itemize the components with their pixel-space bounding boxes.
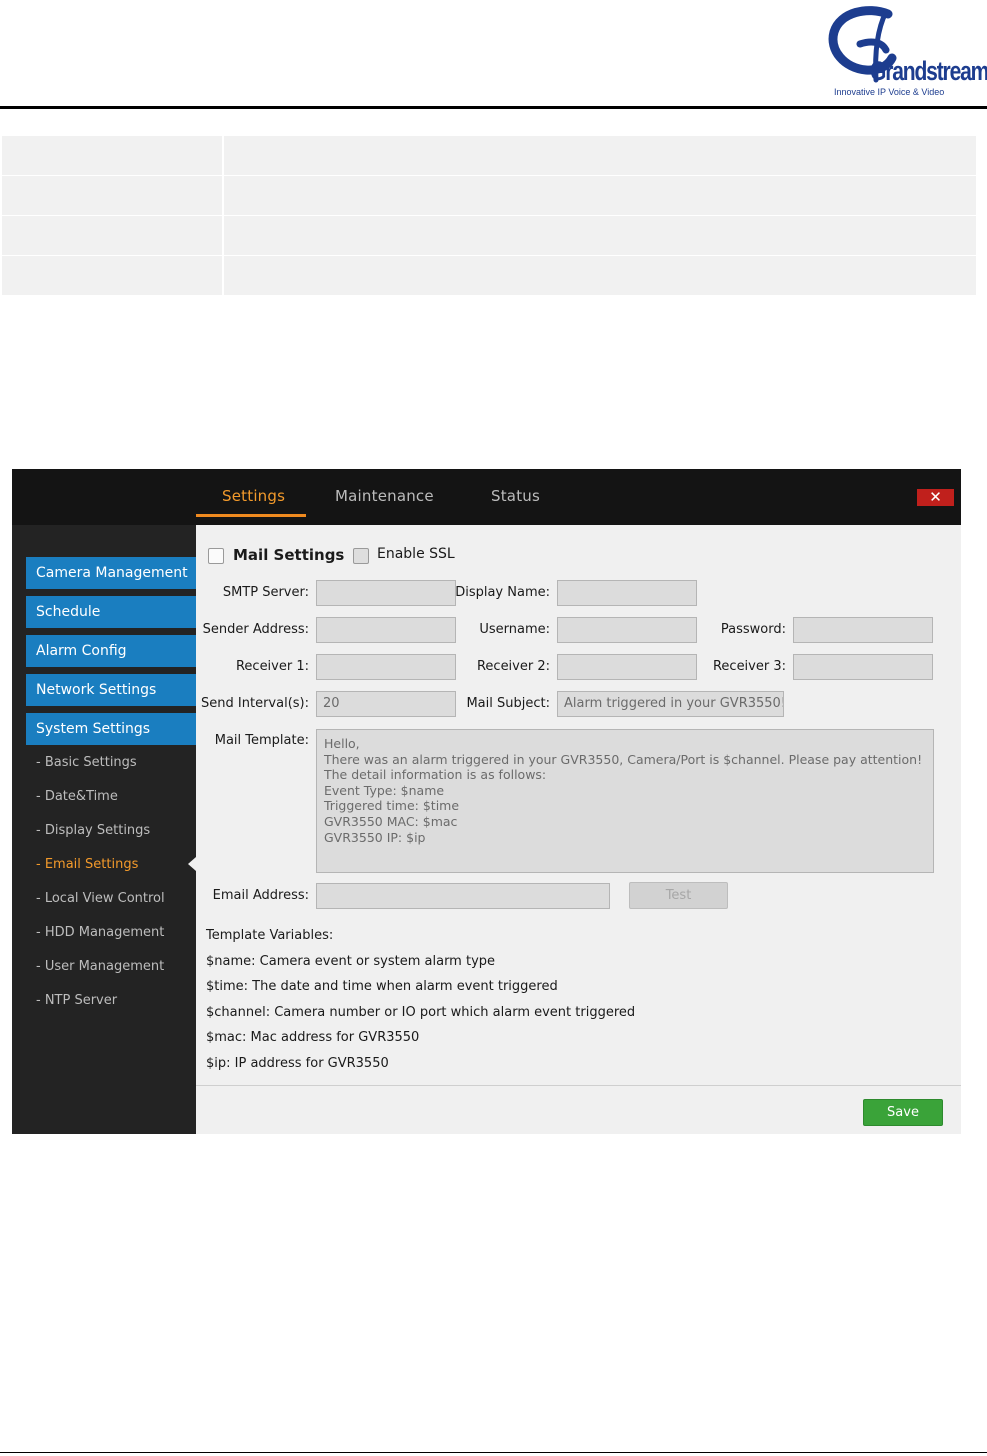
receiver-2-label: Receiver 2:: [476, 659, 550, 674]
send-interval-input[interactable]: 20: [316, 691, 456, 717]
mail-settings-checkbox[interactable]: [208, 548, 224, 564]
table-row: [2, 176, 976, 216]
receiver-3-input[interactable]: [793, 654, 933, 680]
email-address-label: Email Address:: [212, 888, 309, 903]
table-row: [2, 136, 976, 176]
template-line: Event Type: $name: [324, 782, 445, 798]
mail-template-textarea[interactable]: Hello, There was an alarm triggered in y…: [316, 729, 934, 873]
tab-status[interactable]: Status: [491, 487, 540, 505]
smtp-server-label: SMTP Server:: [222, 585, 309, 600]
enable-ssl-label: Enable SSL: [377, 546, 455, 562]
sidebar-item-alarm-config[interactable]: Alarm Config: [26, 635, 196, 667]
template-variable-line: $channel: Camera number or IO port which…: [206, 1005, 636, 1020]
sidebar-subitem-ntp-server[interactable]: - NTP Server: [36, 993, 117, 1008]
template-variable-line: $time: The date and time when alarm even…: [206, 979, 558, 994]
display-name-input[interactable]: [557, 580, 697, 606]
mail-subject-input[interactable]: Alarm triggered in your GVR3550!: [557, 691, 784, 717]
table-row: [2, 256, 976, 296]
sidebar-subitem-email-settings[interactable]: - Email Settings: [36, 857, 138, 872]
template-line: Triggered time: $time: [324, 798, 460, 814]
document-table: [2, 136, 976, 296]
sender-address-input[interactable]: [316, 617, 456, 643]
send-interval-label: Send Interval(s):: [201, 696, 309, 711]
email-settings-panel: Mail Settings Enable SSL SMTP Server: Di…: [196, 525, 961, 1134]
header-rule: [0, 106, 987, 109]
template-variable-line: $mac: Mac address for GVR3550: [206, 1030, 420, 1045]
test-button[interactable]: Test: [629, 882, 728, 909]
mail-template-label: Mail Template:: [214, 733, 309, 748]
sidebar-subitem-date-time[interactable]: - Date&Time: [36, 789, 118, 804]
top-nav-bar: Settings Maintenance Status ✕: [12, 469, 961, 525]
sidebar-item-system-settings[interactable]: System Settings: [26, 713, 196, 745]
template-line: Hello,: [324, 736, 360, 751]
sidebar: Camera Management Schedule Alarm Config …: [12, 525, 196, 1134]
sidebar-item-camera-management[interactable]: Camera Management: [26, 557, 196, 589]
footer-rule: [0, 1452, 987, 1453]
sidebar-subitem-hdd-management[interactable]: - HDD Management: [36, 925, 164, 940]
logo-brand-text: Grandstream: [870, 56, 987, 86]
password-label: Password:: [720, 622, 786, 637]
tab-maintenance[interactable]: Maintenance: [335, 487, 434, 505]
gvr-web-ui: Settings Maintenance Status ✕ Camera Man…: [12, 469, 961, 1134]
email-address-input[interactable]: [316, 883, 610, 909]
template-line: The detail information is as follows:: [324, 767, 547, 783]
close-button[interactable]: ✕: [917, 489, 954, 506]
sidebar-subitem-display-settings[interactable]: - Display Settings: [36, 823, 150, 838]
sidebar-subitem-user-management[interactable]: - User Management: [36, 959, 164, 974]
template-line: There was an alarm triggered in your GVR…: [324, 751, 923, 767]
sidebar-item-network-settings[interactable]: Network Settings: [26, 674, 196, 706]
table-row: [2, 216, 976, 256]
sidebar-subitem-local-view-control[interactable]: - Local View Control: [36, 891, 165, 906]
enable-ssl-checkbox[interactable]: [353, 548, 369, 564]
display-name-label: Display Name:: [455, 585, 550, 600]
active-item-pointer-icon: [188, 857, 196, 871]
template-variable-line: $ip: IP address for GVR3550: [206, 1056, 389, 1071]
template-variables-heading: Template Variables:: [206, 928, 334, 943]
mail-settings-label: Mail Settings: [233, 546, 345, 564]
sender-address-label: Sender Address:: [202, 622, 309, 637]
receiver-3-label: Receiver 3:: [712, 659, 786, 674]
mail-subject-label: Mail Subject:: [466, 696, 550, 711]
template-line: GVR3550 IP: $ip: [324, 829, 426, 845]
close-icon: ✕: [929, 488, 942, 506]
username-label: Username:: [479, 622, 550, 637]
footer-divider: [196, 1085, 961, 1086]
receiver-1-label: Receiver 1:: [235, 659, 309, 674]
sidebar-item-schedule[interactable]: Schedule: [26, 596, 196, 628]
template-line: GVR3550 MAC: $mac: [324, 813, 458, 829]
logo-tagline: Innovative IP Voice & Video: [834, 87, 945, 97]
password-input[interactable]: [793, 617, 933, 643]
tab-settings[interactable]: Settings: [222, 487, 285, 505]
smtp-server-input[interactable]: [316, 580, 456, 606]
save-button[interactable]: Save: [863, 1099, 943, 1126]
active-tab-indicator: [196, 514, 306, 517]
username-input[interactable]: [557, 617, 697, 643]
receiver-2-input[interactable]: [557, 654, 697, 680]
template-variable-line: $name: Camera event or system alarm type: [206, 954, 496, 969]
receiver-1-input[interactable]: [316, 654, 456, 680]
sidebar-subitem-basic-settings[interactable]: - Basic Settings: [36, 755, 137, 770]
